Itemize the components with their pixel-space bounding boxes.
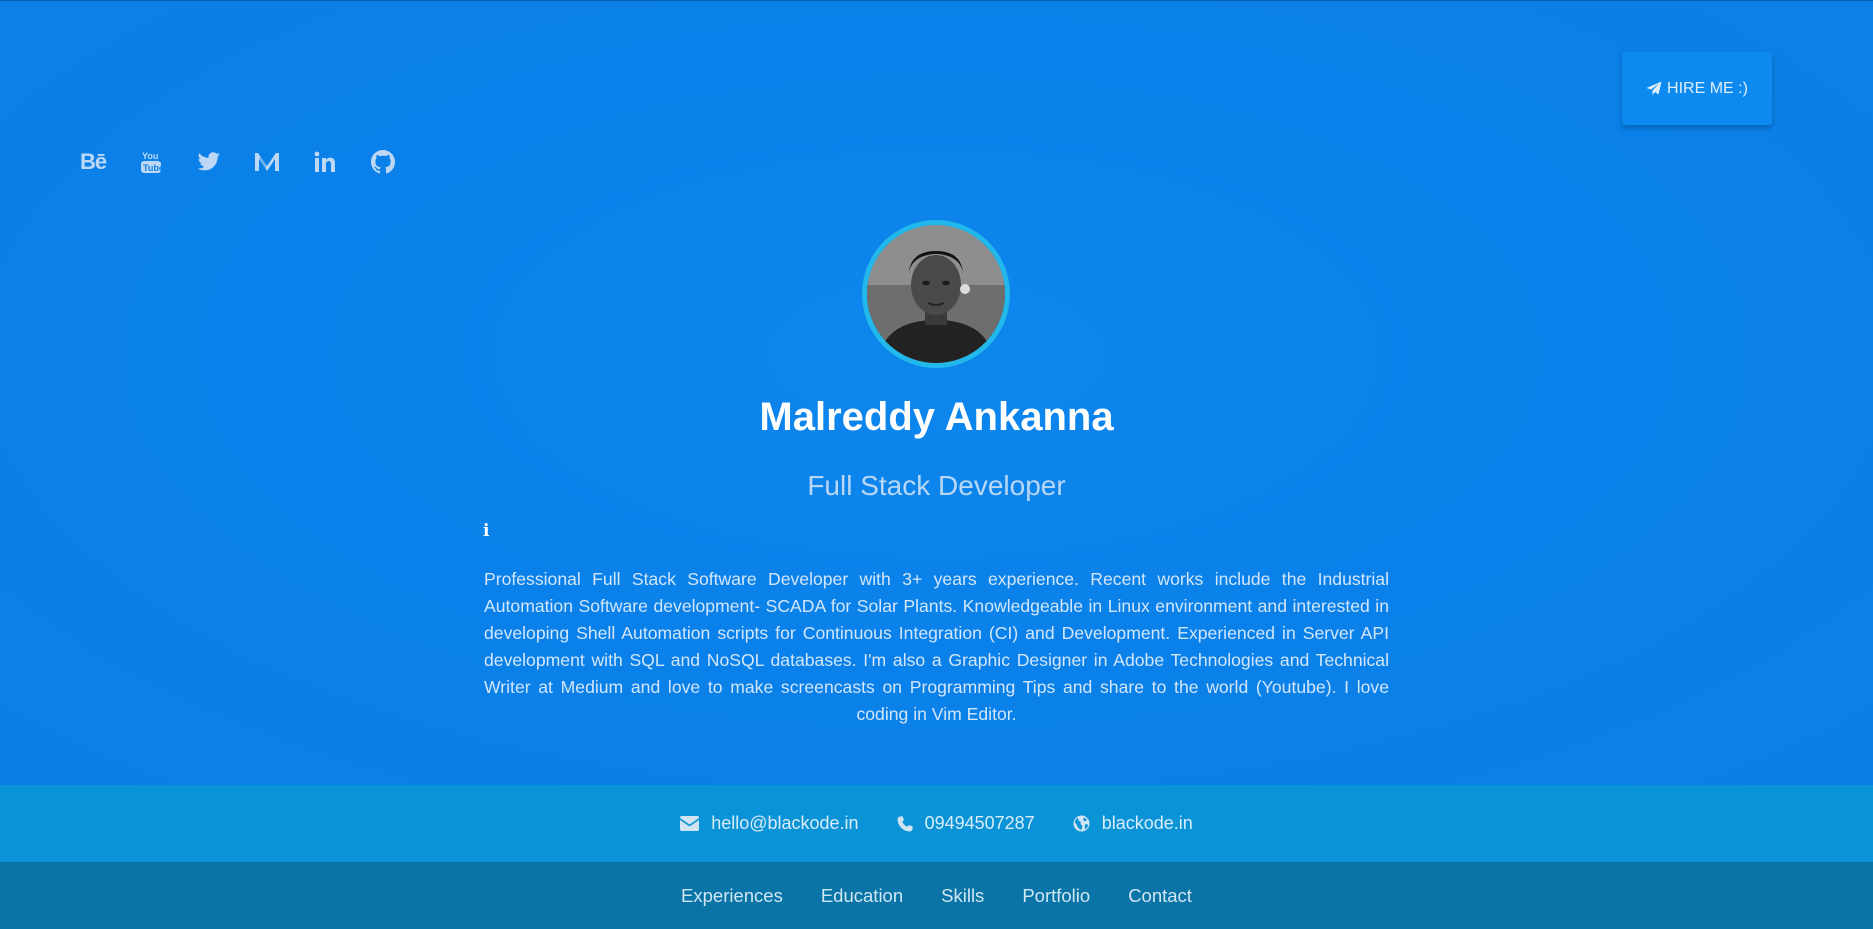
profile-name: Malreddy Ankanna <box>759 395 1114 439</box>
bottom-nav: Experiences Education Skills Portfolio C… <box>0 862 1873 929</box>
svg-text:You: You <box>142 151 158 161</box>
hire-me-label: HIRE ME :) <box>1667 79 1748 97</box>
behance-icon[interactable]: Bē <box>78 149 108 175</box>
page: HIRE ME :) Bē You Tube Malreddy Ankanna … <box>0 0 1873 929</box>
nav-experiences[interactable]: Experiences <box>681 885 783 907</box>
email-text: hello@blackode.in <box>711 813 859 833</box>
nav-contact[interactable]: Contact <box>1128 885 1192 907</box>
youtube-icon[interactable]: You Tube <box>136 149 166 175</box>
website-text: blackode.in <box>1101 813 1193 833</box>
hero-section: HIRE ME :) Bē You Tube Malreddy Ankanna … <box>0 0 1873 785</box>
phone-icon <box>897 815 913 832</box>
phone-text: 09494507287 <box>924 813 1035 833</box>
globe-icon <box>1073 815 1090 832</box>
behance-glyph: Bē <box>79 149 107 174</box>
twitter-icon[interactable] <box>194 149 224 175</box>
medium-icon[interactable] <box>252 149 282 175</box>
github-icon[interactable] <box>368 149 398 175</box>
avatar <box>862 220 1010 368</box>
linkedin-icon[interactable] <box>310 149 340 175</box>
hire-me-button[interactable]: HIRE ME :) <box>1622 52 1772 125</box>
profile-photo <box>867 225 1005 363</box>
nav-skills[interactable]: Skills <box>941 885 984 907</box>
envelope-icon <box>680 816 700 831</box>
nav-education[interactable]: Education <box>821 885 903 907</box>
profile-role: Full Stack Developer <box>807 470 1066 501</box>
website-link[interactable]: blackode.in <box>1073 813 1193 834</box>
nav-portfolio[interactable]: Portfolio <box>1022 885 1090 907</box>
social-links: Bē You Tube <box>78 149 426 175</box>
email-link[interactable]: hello@blackode.in <box>680 813 859 834</box>
profile-bio: Professional Full Stack Software Develop… <box>484 569 1389 724</box>
phone-link[interactable]: 09494507287 <box>897 813 1035 834</box>
svg-text:Tube: Tube <box>143 163 163 173</box>
info-icon: i <box>483 521 490 541</box>
paper-plane-icon <box>1646 81 1662 95</box>
contact-bar: hello@blackode.in 09494507287 blackode.i… <box>0 785 1873 862</box>
